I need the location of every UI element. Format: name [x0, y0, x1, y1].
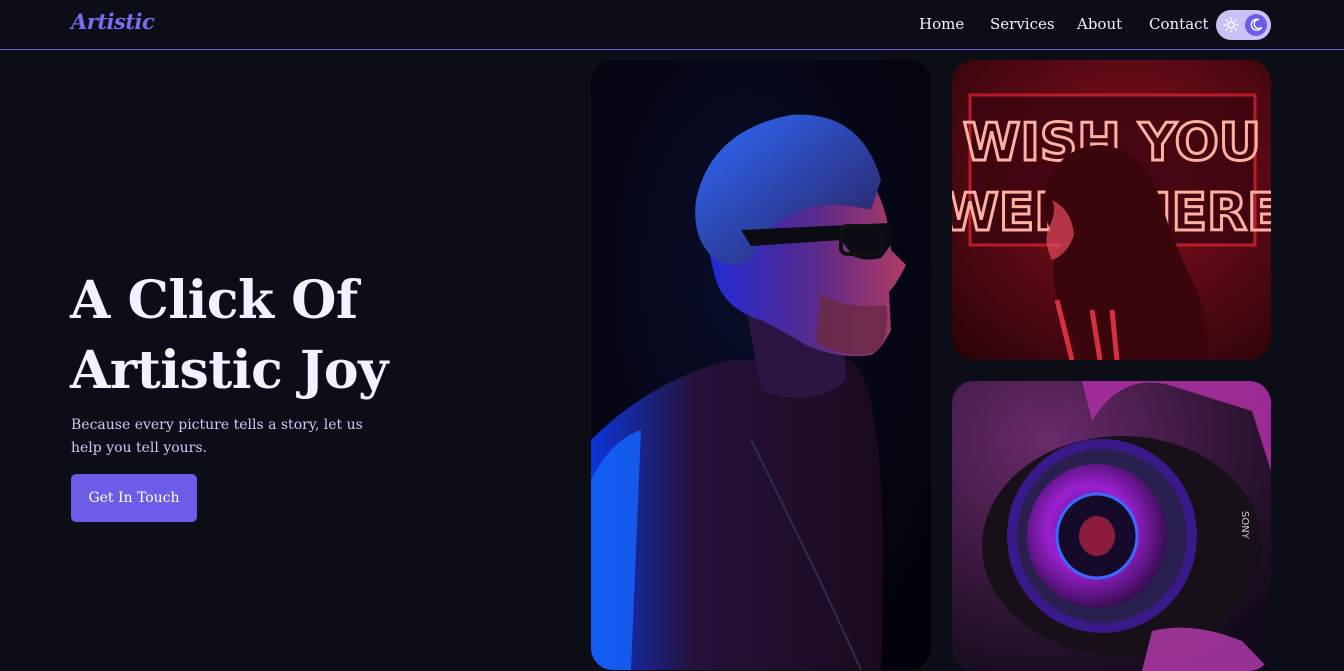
moon-icon — [1245, 14, 1267, 36]
hero-title-line-2: Artistic Joy — [70, 340, 388, 401]
get-in-touch-button[interactable]: Get In Touch — [71, 474, 197, 522]
hero-title-line-1: A Click Of — [70, 270, 358, 331]
camera-lens-photo: SONY — [952, 381, 1271, 671]
nav-link-contact[interactable]: Contact — [1149, 15, 1209, 33]
sun-icon — [1220, 14, 1242, 36]
hero-title: A Click Of Artistic Joy — [70, 266, 510, 406]
nav-links: Home Services About Contact — [0, 15, 1344, 37]
svg-text:SONY: SONY — [1239, 511, 1250, 540]
nav-link-home[interactable]: Home — [919, 15, 964, 33]
navbar: Artistic Home Services About Contact — [0, 0, 1344, 50]
hero-subtitle: Because every picture tells a story, let… — [71, 417, 363, 456]
nav-link-about[interactable]: About — [1077, 15, 1122, 33]
theme-toggle[interactable] — [1216, 10, 1271, 40]
neon-sign-photo: WISH YOU WERE HERE — [952, 60, 1271, 360]
nav-link-services[interactable]: Services — [990, 15, 1055, 33]
portrait-photo-man — [591, 60, 931, 670]
